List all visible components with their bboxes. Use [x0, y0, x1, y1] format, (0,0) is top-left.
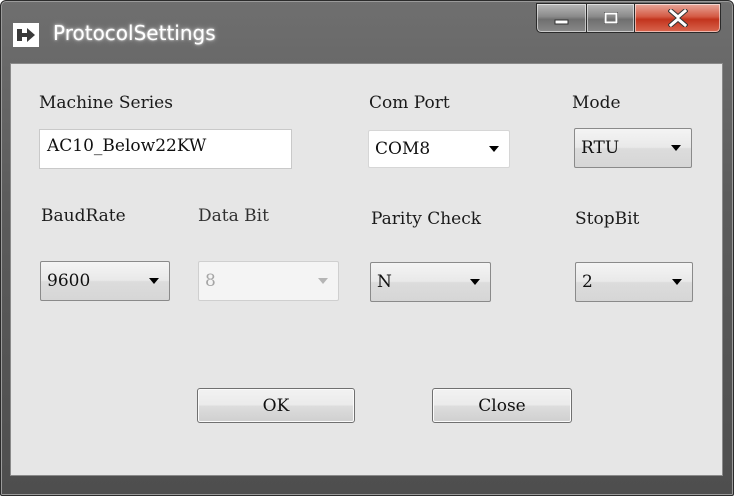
maximize-button[interactable] — [587, 3, 635, 33]
stop-bit-select[interactable]: 2 — [575, 262, 693, 302]
window-title: ProtocolSettings — [53, 21, 216, 45]
caption-buttons — [536, 3, 721, 35]
parity-check-select[interactable]: N — [370, 262, 491, 302]
close-button[interactable]: Close — [432, 388, 572, 423]
machine-series-field[interactable]: AC10_Below22KW — [39, 129, 292, 169]
chevron-down-icon — [318, 278, 328, 284]
mode-select[interactable]: RTU — [574, 128, 692, 168]
chevron-down-icon — [470, 279, 480, 285]
chevron-down-icon — [149, 278, 159, 284]
stop-bit-label: StopBit — [575, 209, 640, 229]
com-port-label: Com Port — [369, 93, 450, 113]
mode-label: Mode — [572, 93, 621, 113]
ok-button[interactable]: OK — [197, 388, 355, 423]
parity-check-value: N — [377, 272, 392, 292]
window-bottom-border — [10, 477, 723, 489]
app-arrow-icon — [13, 23, 39, 47]
baud-rate-select[interactable]: 9600 — [40, 261, 170, 301]
close-window-button[interactable] — [635, 3, 721, 33]
maximize-icon — [603, 12, 618, 24]
baud-rate-value: 9600 — [47, 271, 91, 291]
settings-panel: Machine Series AC10_Below22KW Com Port C… — [10, 63, 723, 476]
stop-bit-value: 2 — [582, 272, 593, 292]
chevron-down-icon — [671, 145, 681, 151]
baud-rate-label: BaudRate — [41, 206, 126, 226]
minimize-icon — [554, 19, 568, 25]
data-bit-select: 8 — [198, 261, 339, 301]
protocol-settings-window: ProtocolSettings Machine Series AC10_Bel… — [0, 0, 734, 496]
com-port-select[interactable]: COM8 — [368, 130, 510, 168]
minimize-button[interactable] — [536, 3, 587, 33]
com-port-value: COM8 — [375, 139, 431, 159]
mode-value: RTU — [581, 138, 620, 158]
parity-check-label: Parity Check — [371, 209, 482, 229]
machine-series-label: Machine Series — [39, 93, 173, 113]
data-bit-label: Data Bit — [198, 206, 269, 226]
chevron-down-icon — [489, 146, 499, 152]
title-bar[interactable]: ProtocolSettings — [1, 1, 733, 61]
data-bit-value: 8 — [205, 271, 216, 291]
chevron-down-icon — [672, 279, 682, 285]
close-icon — [667, 9, 688, 27]
